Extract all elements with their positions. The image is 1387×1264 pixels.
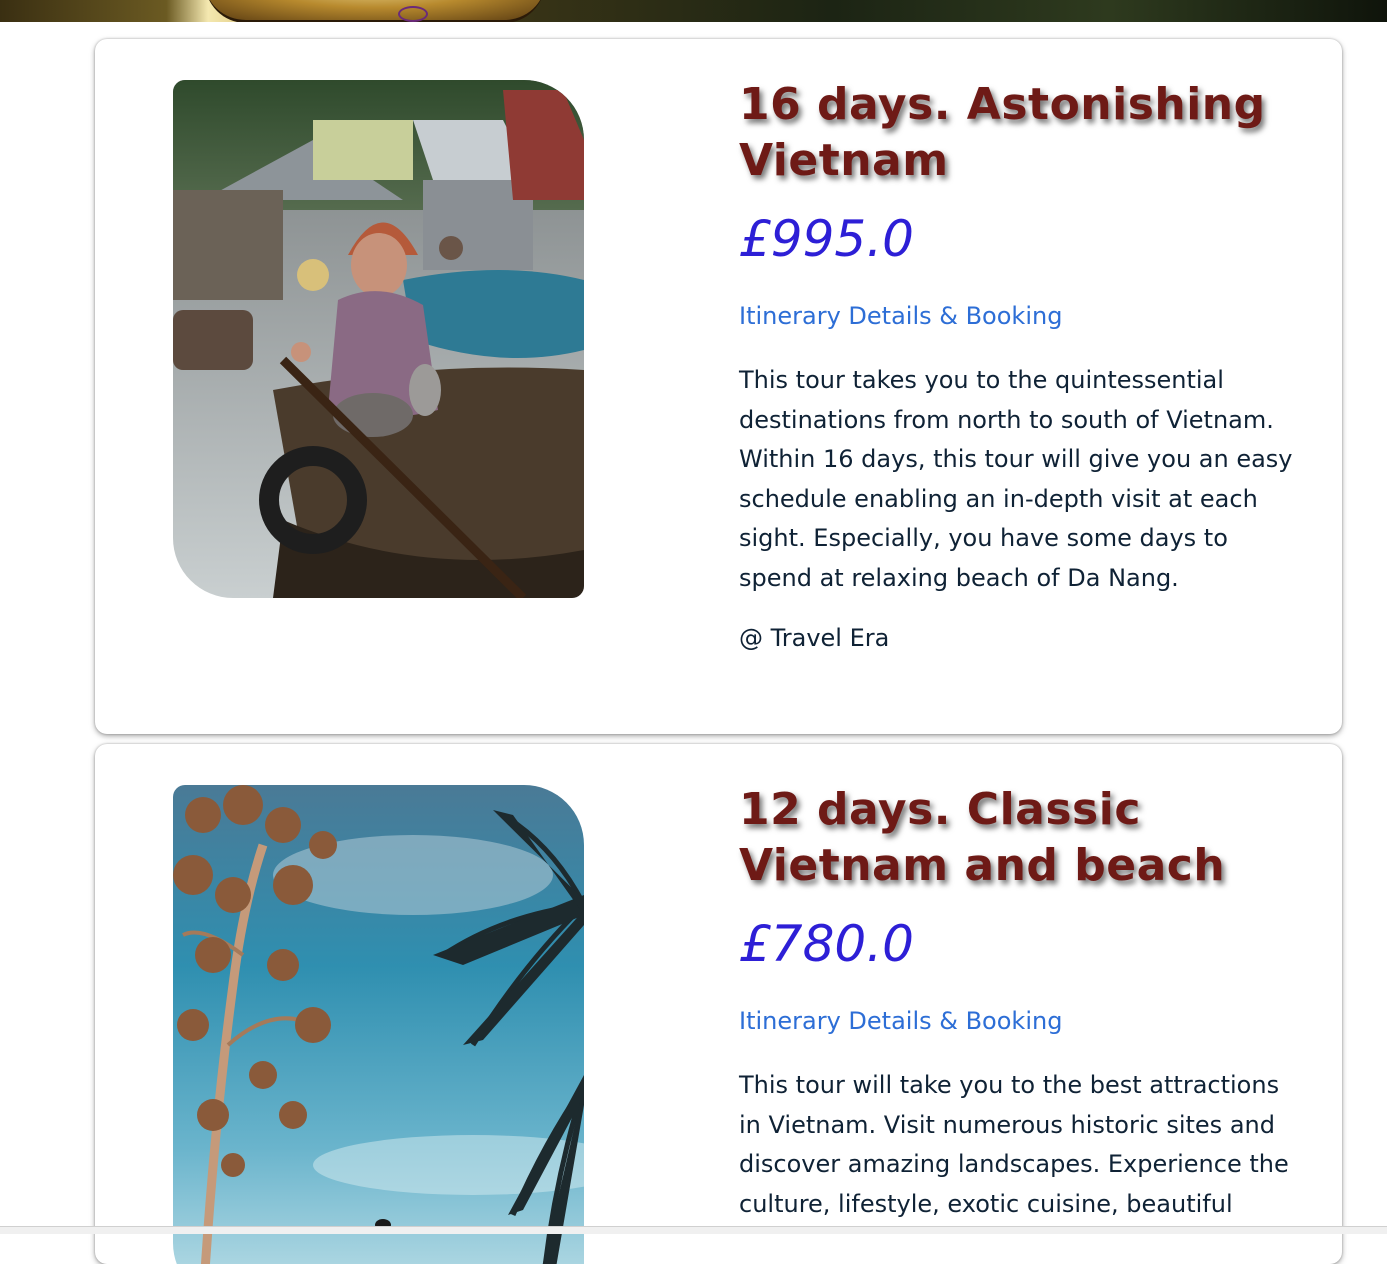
itinerary-booking-link[interactable]: Itinerary Details & Booking: [739, 1006, 1062, 1036]
tour-price: £995.0: [739, 210, 914, 268]
itinerary-booking-link[interactable]: Itinerary Details & Booking: [739, 301, 1062, 331]
hero-decoration: [398, 6, 428, 22]
hero-boat-image: [205, 0, 545, 22]
tour-card: 12 days. Classic Vietnam and beach £780.…: [95, 744, 1342, 1264]
hero-banner-strip: [0, 0, 1387, 22]
tour-title: 12 days. Classic Vietnam and beach: [739, 784, 1226, 891]
tour-info: 12 days. Classic Vietnam and beach £780.…: [739, 782, 1299, 1224]
tour-price: £780.0: [739, 915, 914, 973]
tour-photo-beach: [173, 785, 584, 1264]
tour-title: 16 days. Astonishing Vietnam: [739, 79, 1266, 186]
tour-description: This tour will take you to the best attr…: [739, 1071, 1289, 1218]
tour-info: 16 days. Astonishing Vietnam £995.0 Itin…: [739, 77, 1299, 655]
tour-credit: @ Travel Era: [739, 623, 890, 652]
tour-description: This tour takes you to the quintessentia…: [739, 366, 1293, 592]
tour-photo-floating-market: [173, 80, 584, 598]
tour-card: 16 days. Astonishing Vietnam £995.0 Itin…: [95, 39, 1342, 734]
